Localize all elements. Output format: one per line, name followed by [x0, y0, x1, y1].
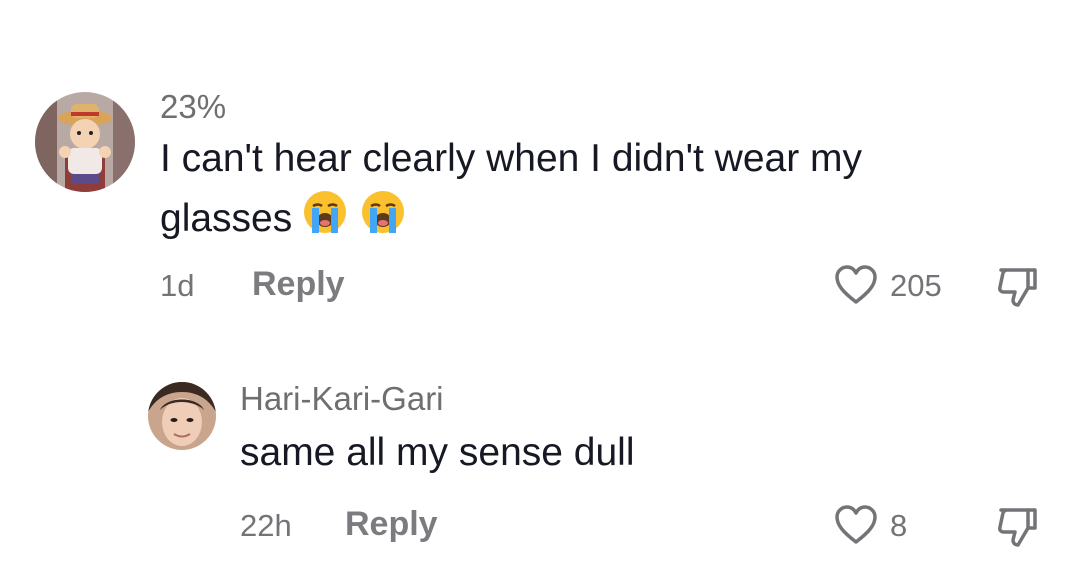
dislike-button[interactable]	[994, 503, 1042, 551]
like-button[interactable]	[833, 262, 879, 308]
loudly-crying-face-icon	[358, 187, 408, 253]
like-button[interactable]	[833, 502, 879, 548]
comment-text-content: I can't hear clearly when I didn't wear …	[160, 137, 863, 240]
comment-timestamp: 22h	[240, 508, 292, 543]
comment-item: 23% I can't hear clearly when I didn't w…	[0, 0, 1080, 330]
comment-timestamp: 1d	[160, 268, 195, 303]
thumbs-down-outline-icon	[998, 268, 1037, 307]
loudly-crying-face-icon	[300, 187, 350, 253]
like-count: 8	[890, 508, 908, 543]
heart-outline-icon	[835, 505, 877, 544]
reply-button[interactable]: Reply	[252, 267, 345, 301]
person-photo-avatar-image	[148, 382, 216, 450]
comment-item: Hari-Kari-Gari same all my sense dull 22…	[0, 330, 1080, 586]
avatar[interactable]	[148, 382, 216, 450]
comment-text: same all my sense dull	[240, 431, 635, 474]
thumbs-down-outline-icon	[998, 508, 1037, 547]
comment-text: I can't hear clearly when I didn't wear …	[160, 131, 980, 253]
like-count: 205	[890, 268, 942, 303]
avatar[interactable]	[35, 92, 135, 192]
username[interactable]: 23%	[160, 90, 226, 123]
heart-outline-icon	[835, 265, 877, 304]
cartoon-character-avatar-image	[35, 92, 135, 192]
dislike-button[interactable]	[994, 263, 1042, 311]
reply-button[interactable]: Reply	[345, 507, 438, 541]
username[interactable]: Hari-Kari-Gari	[240, 382, 444, 415]
